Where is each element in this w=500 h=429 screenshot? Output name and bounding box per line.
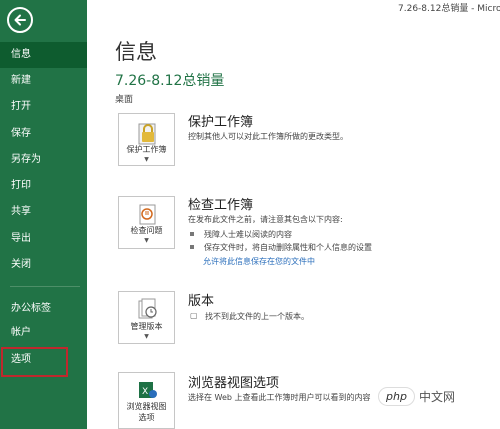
protect-workbook-button[interactable]: 保护工作簿 ▼ [118,113,175,166]
inspect-icon [139,204,156,225]
window-title: 7.26-8.12总销量 - Microso [398,4,500,14]
versions-icon [138,298,157,319]
manage-versions-label: 管理版本 [130,322,163,331]
sidebar-item-info[interactable]: 信息 [0,42,87,68]
check-issues-button[interactable]: 检查问题 ▼ [118,196,175,249]
list-item: 残障人士难以阅读的内容 [190,229,292,240]
browser-view-options-button[interactable]: X 浏览器视图 选项 [118,372,175,429]
sidebar-item-export[interactable]: 导出 [0,226,87,252]
protect-workbook-label: 保护工作簿 [126,145,167,154]
sidebar-item-print[interactable]: 打印 [0,173,87,199]
file-path: 桌面 [115,95,134,105]
browser-view-icon: X [139,382,157,398]
sidebar-item-new[interactable]: 新建 [0,68,87,94]
svg-text:X: X [142,387,148,397]
sidebar-item-office-tab[interactable]: 办公标签 [0,296,87,322]
versions-description: 找不到此文件的上一个版本。 [205,312,309,321]
chevron-down-icon: ▼ [144,156,149,163]
inspect-workbook-description: 在发布此文件之前，请注意其包含以下内容: [188,215,343,224]
manage-versions-button[interactable]: 管理版本 ▼ [118,291,175,344]
sidebar-item-save-as[interactable]: 另存为 [0,147,87,173]
protect-workbook-title: 保护工作簿 [188,115,254,130]
back-arrow-icon[interactable] [7,7,33,33]
php-logo: php [378,387,415,406]
watermark-text: 中文网 [418,390,455,404]
sidebar-item-account[interactable]: 帐户 [0,320,87,346]
browser-view-options-label: 浏览器视图 [126,402,167,411]
sidebar-divider [10,286,80,287]
sidebar-item-share[interactable]: 共享 [0,199,87,225]
sidebar-item-open[interactable]: 打开 [0,94,87,120]
chevron-down-icon: ▼ [144,237,149,244]
options-highlight-box [1,347,68,377]
document-icon: ▢ [190,311,198,320]
bullet-icon [190,231,194,236]
bullet-icon [190,244,194,249]
browser-view-options-label: 选项 [138,413,155,422]
backstage-sidebar: 信息 新建 打开 保存 另存为 打印 共享 导出 关闭 办公标签 帐户 选项 [0,0,87,429]
browser-view-options-description: 选择在 Web 上查看此工作簿时用户可以看到的内容 [188,393,371,402]
check-issues-label: 检查问题 [130,226,163,235]
sidebar-item-save[interactable]: 保存 [0,121,87,147]
versions-title: 版本 [188,294,215,309]
page-title: 信息 [115,40,157,64]
protect-workbook-description: 控制其他人可以对此工作簿所做的更改类型。 [188,132,348,141]
lock-icon [138,123,156,145]
watermark: php 中文网 [378,387,455,406]
list-item: 保存文件时，将自动删除属性和个人信息的设置 [190,242,372,253]
inspect-workbook-title: 检查工作簿 [188,198,254,213]
sidebar-item-close[interactable]: 关闭 [0,252,87,278]
file-name: 7.26-8.12总销量 [115,73,225,89]
allow-save-info-link[interactable]: 允许将此信息保存在您的文件中 [203,256,315,267]
browser-view-options-title: 浏览器视图选项 [188,376,280,391]
chevron-down-icon: ▼ [144,333,149,340]
